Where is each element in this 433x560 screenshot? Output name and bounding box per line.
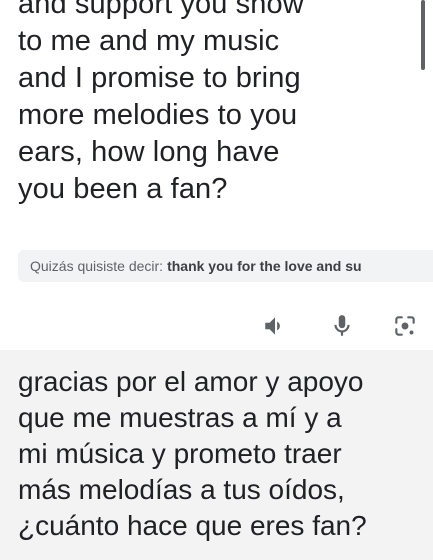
- suggested-text[interactable]: thank you for the love and su: [167, 258, 361, 274]
- scrollbar[interactable]: [421, 0, 425, 70]
- source-text[interactable]: and support you show to me and my music …: [18, 0, 398, 208]
- suggestion-prefix: Quizás quisiste decir:: [30, 258, 164, 274]
- suggestion-chip[interactable]: Quizás quisiste decir: thank you for the …: [18, 250, 433, 282]
- camera-lens-icon-graphic: [395, 316, 415, 336]
- speaker-icon[interactable]: [260, 311, 290, 341]
- microphone-icon-graphic: [334, 315, 350, 336]
- speaker-icon-graphic: [265, 317, 280, 335]
- camera-lens-icon[interactable]: [390, 311, 420, 341]
- translation-panel[interactable]: gracias por el amor y apoyo que me muest…: [0, 350, 433, 560]
- microphone-icon[interactable]: [327, 311, 357, 341]
- source-panel[interactable]: and support you show to me and my music …: [0, 0, 433, 345]
- translation-text[interactable]: gracias por el amor y apoyo que me muest…: [18, 364, 428, 544]
